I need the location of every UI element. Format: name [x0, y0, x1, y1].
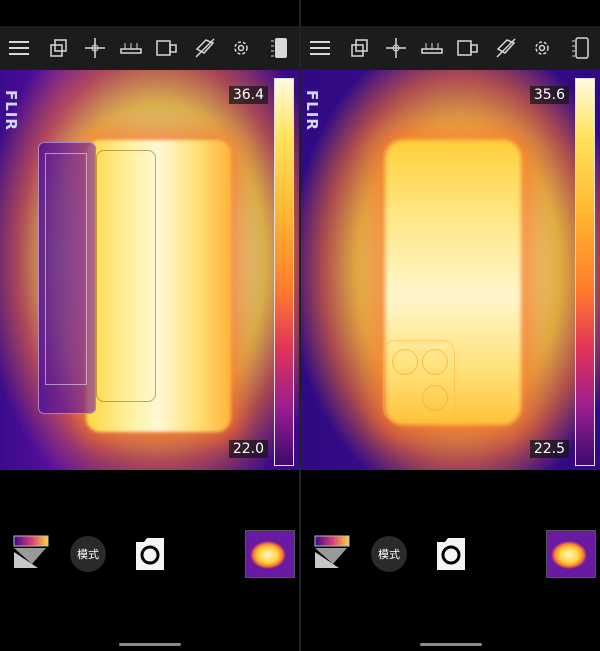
box-flip-icon[interactable]: [152, 32, 182, 64]
temperature-scale-bar: [575, 78, 595, 466]
right-panel: FLIR 35.6 22.5 模式: [301, 0, 600, 651]
toolbar: [0, 26, 299, 70]
flir-logo: FLIR: [2, 78, 28, 138]
ruler-icon[interactable]: [116, 32, 146, 64]
ruler-icon[interactable]: [417, 32, 447, 64]
gallery-thumbnail[interactable]: [546, 530, 596, 578]
camera-lens: [422, 349, 448, 375]
gear-icon[interactable]: [226, 32, 256, 64]
menu-icon[interactable]: [305, 32, 335, 64]
cold-board-outline: [38, 142, 96, 414]
palette-icon[interactable]: [313, 534, 353, 572]
temp-max-label: 35.6: [529, 86, 569, 104]
camera-lens: [422, 385, 448, 411]
camera-shutter-icon[interactable]: [433, 536, 469, 572]
home-indicator[interactable]: [420, 643, 482, 646]
duplicate-icon[interactable]: [44, 32, 74, 64]
thermal-image: FLIR 36.4 22.0: [0, 70, 299, 470]
flash-off-icon[interactable]: [190, 32, 220, 64]
camera-bump-outline: [383, 340, 455, 420]
device-outline: [96, 150, 156, 402]
left-panel: FLIR 36.4 22.0 模式: [0, 0, 299, 651]
mode-button[interactable]: 模式: [371, 536, 407, 572]
scale-bar-icon[interactable]: [565, 32, 595, 64]
gallery-thumbnail[interactable]: [245, 530, 295, 578]
scale-bar-icon[interactable]: [264, 32, 294, 64]
temperature-scale-bar: [274, 78, 294, 466]
crosshair-icon[interactable]: [381, 32, 411, 64]
mode-button[interactable]: 模式: [70, 536, 106, 572]
flir-logo-text: FLIR: [303, 90, 321, 131]
flir-logo-text: FLIR: [2, 90, 20, 131]
camera-lens: [392, 349, 418, 375]
thermal-image: FLIR 35.6 22.5: [301, 70, 600, 470]
crosshair-icon[interactable]: [80, 32, 110, 64]
box-flip-icon[interactable]: [453, 32, 483, 64]
board-inner-outline: [45, 153, 87, 385]
palette-icon[interactable]: [12, 534, 52, 572]
camera-shutter-icon[interactable]: [132, 536, 168, 572]
flir-logo: FLIR: [303, 78, 329, 138]
duplicate-icon[interactable]: [345, 32, 375, 64]
gear-icon[interactable]: [527, 32, 557, 64]
toolbar: [301, 26, 600, 70]
bottom-controls: 模式: [301, 470, 600, 651]
temp-min-label: 22.0: [228, 440, 268, 458]
bottom-controls: 模式: [0, 470, 299, 651]
temp-max-label: 36.4: [228, 86, 268, 104]
flash-off-icon[interactable]: [491, 32, 521, 64]
home-indicator[interactable]: [119, 643, 181, 646]
temp-min-label: 22.5: [529, 440, 569, 458]
menu-icon[interactable]: [4, 32, 34, 64]
